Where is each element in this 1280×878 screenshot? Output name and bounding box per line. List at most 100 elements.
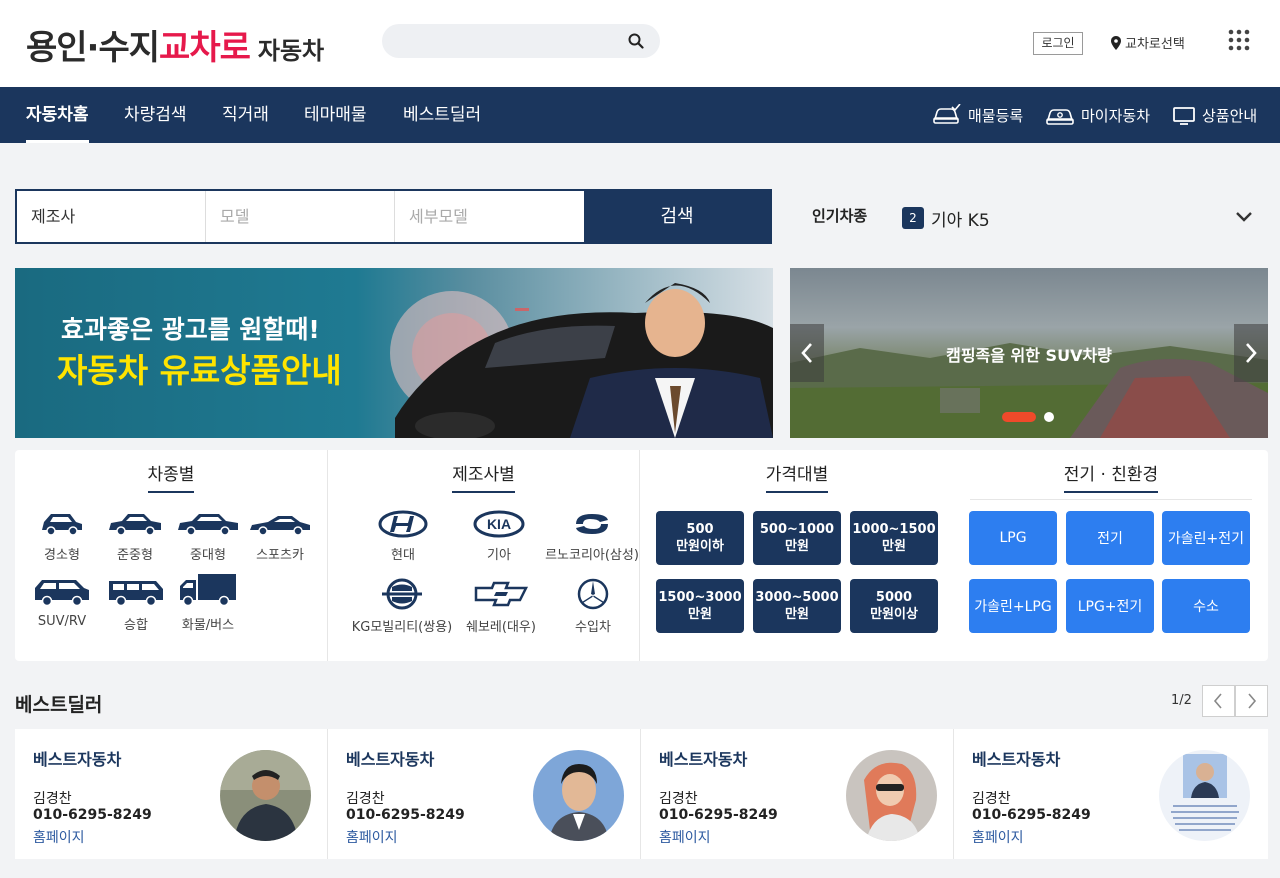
body-type-label: SUV/RV bbox=[37, 614, 87, 629]
sports-car-icon bbox=[250, 516, 310, 536]
nav-product-info[interactable]: 상품안내 bbox=[1172, 87, 1257, 143]
location-pin-icon bbox=[1111, 35, 1121, 50]
body-type-label: 승합 bbox=[124, 618, 148, 633]
maker-renault-korea[interactable]: 르노코리아(삼성) bbox=[542, 510, 642, 563]
carousel-dots bbox=[1002, 412, 1054, 422]
body-type-label: 화물/버스 bbox=[181, 618, 235, 633]
dealer-homepage-link[interactable]: 홈페이지 bbox=[346, 827, 398, 847]
fuel-gasoline-lpg-button[interactable]: 가솔린+LPG bbox=[969, 579, 1057, 633]
maker-select[interactable]: 제조사 bbox=[17, 191, 206, 242]
category-panel: 차종별 경소형 준중형 중대형 스포츠카 SUV/RV 승합 화물/버스 제조사… bbox=[15, 450, 1268, 661]
body-type-truck-bus[interactable]: 화물/버스 bbox=[175, 572, 241, 633]
carousel-dot[interactable] bbox=[1044, 412, 1054, 422]
nav-product-info-label: 상품안내 bbox=[1202, 106, 1258, 125]
mercedes-logo-icon bbox=[577, 578, 609, 610]
price-over-5000[interactable]: 5000 만원이상 bbox=[850, 579, 938, 633]
chevron-right-icon bbox=[1248, 693, 1257, 709]
carousel-prev-button[interactable] bbox=[790, 324, 824, 382]
monitor-icon bbox=[1173, 107, 1195, 125]
dealer-person: 김경찬 bbox=[972, 791, 1011, 807]
suv-icon bbox=[35, 580, 89, 607]
dealer-homepage-link[interactable]: 홈페이지 bbox=[972, 827, 1024, 847]
fuel-electric-button[interactable]: 전기 bbox=[1066, 511, 1154, 565]
dealer-homepage-link[interactable]: 홈페이지 bbox=[33, 827, 85, 847]
dealer-card[interactable]: 베스트자동차 김경찬 010-6295-8249 홈페이지 bbox=[328, 729, 641, 859]
ad-banner-left[interactable]: 효과좋은 광고를 원할때! 자동차 유료상품안내 bbox=[15, 268, 773, 438]
maker-label: 수입차 bbox=[575, 620, 611, 635]
compact-car-icon bbox=[42, 514, 82, 536]
fuel-gasoline-electric-button[interactable]: 가솔린+전기 bbox=[1162, 511, 1250, 565]
nav-register-listing[interactable]: 매물등록 bbox=[932, 87, 1023, 143]
nav-my-car-label: 마이자동차 bbox=[1081, 106, 1151, 125]
model-select[interactable]: 모델 bbox=[206, 191, 395, 242]
nav-register-label: 매물등록 bbox=[968, 106, 1024, 125]
fuel-hydrogen-button[interactable]: 수소 bbox=[1162, 579, 1250, 633]
price-label: 1000~1500 만원 bbox=[852, 522, 936, 554]
body-type-compact[interactable]: 경소형 bbox=[37, 508, 87, 563]
nav-my-car[interactable]: 마이자동차 bbox=[1045, 87, 1150, 143]
nav-item-home[interactable]: 자동차홈 bbox=[26, 87, 89, 143]
maker-kg-mobility[interactable]: KG모빌리티(쌍용) bbox=[340, 578, 464, 635]
nav-item-direct-deal[interactable]: 직거래 bbox=[222, 87, 269, 143]
maker-chevrolet[interactable]: 쉐보레(대우) bbox=[458, 578, 544, 635]
nav-item-car-search[interactable]: 차량검색 bbox=[124, 87, 187, 143]
dealer-avatar bbox=[846, 750, 937, 841]
maker-kia[interactable]: KIA 기아 bbox=[464, 510, 534, 563]
dealer-name: 베스트자동차 bbox=[972, 750, 1061, 769]
nav-item-best-dealer[interactable]: 베스트딜러 bbox=[403, 87, 481, 143]
body-type-van[interactable]: 승합 bbox=[105, 576, 167, 633]
dealer-card[interactable]: 베스트자동차 김경찬 010-6295-8249 홈페이지 bbox=[954, 729, 1267, 859]
login-button[interactable]: 로그인 bbox=[1033, 32, 1083, 55]
hyundai-logo-icon bbox=[378, 510, 428, 538]
dealer-next-button[interactable] bbox=[1235, 685, 1268, 717]
body-type-mid-large[interactable]: 중대형 bbox=[175, 508, 241, 563]
search-input[interactable] bbox=[398, 30, 618, 52]
carousel-banner[interactable]: 캠핑족을 위한 SUV차량 bbox=[790, 268, 1268, 438]
eco-divider bbox=[970, 499, 1252, 500]
chevron-down-icon[interactable] bbox=[1235, 209, 1253, 223]
price-500-1000[interactable]: 500~1000 만원 bbox=[753, 511, 841, 565]
popular-car-name[interactable]: 기아 K5 bbox=[931, 206, 990, 231]
best-dealer-title: 베스트딜러 bbox=[15, 694, 103, 716]
sedan-icon bbox=[109, 514, 161, 536]
car-search-button[interactable]: 검색 bbox=[584, 191, 770, 242]
maker-import[interactable]: 수입차 bbox=[558, 578, 628, 635]
dealer-card[interactable]: 베스트자동차 김경찬 010-6295-8249 홈페이지 bbox=[15, 729, 328, 859]
price-label: 5000 만원이상 bbox=[870, 590, 918, 622]
logo-part-3: 자동차 bbox=[257, 37, 325, 65]
carousel-caption: 캠핑족을 위한 SUV차량 bbox=[946, 346, 1112, 365]
body-type-label: 준중형 bbox=[117, 548, 153, 563]
dealer-avatar bbox=[220, 750, 311, 841]
price-under-500[interactable]: 500 만원이하 bbox=[656, 511, 744, 565]
dealer-avatar bbox=[1159, 750, 1250, 841]
price-section: 가격대별 500 만원이하 500~1000 만원 1000~1500 만원 1500… bbox=[640, 450, 954, 661]
carousel-next-button[interactable] bbox=[1234, 324, 1268, 382]
dealer-homepage-link[interactable]: 홈페이지 bbox=[659, 827, 711, 847]
fuel-lpg-button[interactable]: LPG bbox=[969, 511, 1057, 565]
dealer-avatar bbox=[533, 750, 624, 841]
price-3000-5000[interactable]: 3000~5000 만원 bbox=[753, 579, 841, 633]
dealer-prev-button[interactable] bbox=[1202, 685, 1235, 717]
dealer-list: 베스트자동차 김경찬 010-6295-8249 홈페이지 베스트자동차 김경찬… bbox=[15, 729, 1268, 859]
dealer-card[interactable]: 베스트자동차 김경찬 010-6295-8249 홈페이지 bbox=[641, 729, 954, 859]
nav-item-theme-listings[interactable]: 테마매물 bbox=[304, 87, 367, 143]
region-select[interactable]: 교차로선택 bbox=[1110, 33, 1185, 52]
maker-hyundai[interactable]: 현대 bbox=[368, 510, 438, 563]
app-grid-icon[interactable] bbox=[1228, 29, 1250, 51]
carousel-dot-active[interactable] bbox=[1002, 412, 1036, 422]
submodel-select[interactable]: 세부모델 bbox=[395, 191, 584, 242]
chevron-right-icon bbox=[1246, 343, 1257, 363]
dealer-person: 김경찬 bbox=[33, 791, 72, 807]
dealer-person: 김경찬 bbox=[659, 791, 698, 807]
body-type-semi-mid[interactable]: 준중형 bbox=[105, 508, 165, 563]
body-type-suv[interactable]: SUV/RV bbox=[31, 576, 93, 629]
chevrolet-logo-icon bbox=[474, 581, 529, 607]
fuel-lpg-electric-button[interactable]: LPG+전기 bbox=[1066, 579, 1154, 633]
body-type-sports[interactable]: 스포츠카 bbox=[247, 508, 313, 563]
dealer-person: 김경찬 bbox=[346, 791, 385, 807]
kia-logo-icon: KIA bbox=[473, 510, 525, 538]
price-1000-1500[interactable]: 1000~1500 만원 bbox=[850, 511, 938, 565]
price-1500-3000[interactable]: 1500~3000 만원 bbox=[656, 579, 744, 633]
search-icon[interactable] bbox=[628, 33, 644, 49]
site-logo[interactable]: 용인·수지 교차로 자동차 bbox=[26, 20, 325, 68]
